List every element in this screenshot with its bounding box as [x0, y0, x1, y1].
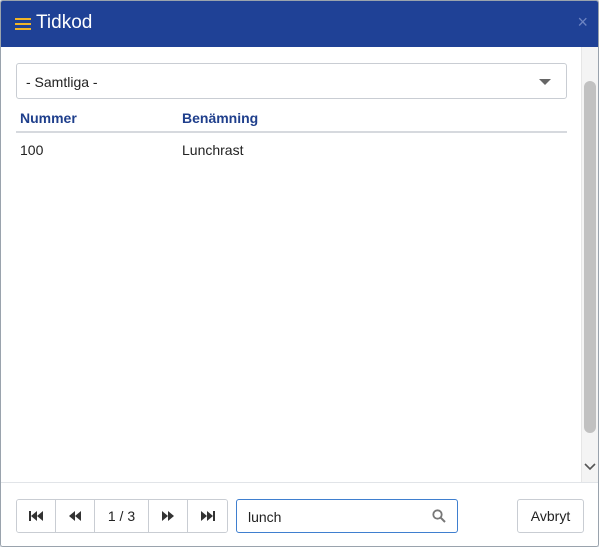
table-header: Nummer Benämning	[16, 107, 567, 133]
first-page-icon	[29, 511, 43, 521]
scroll-thumb[interactable]	[584, 81, 596, 433]
dialog-title: Tidkod	[36, 12, 93, 33]
tidkod-table: Nummer Benämning 100 Lunchrast	[16, 107, 567, 165]
cell-nummer: 100	[20, 142, 44, 158]
search-input[interactable]	[248, 507, 418, 527]
last-page-button[interactable]	[188, 500, 227, 532]
filter-dropdown[interactable]: - Samtliga -	[16, 63, 567, 99]
dialog-content: - Samtliga - Nummer Benämning 100 Lunchr…	[1, 47, 583, 482]
tidkod-dialog: Tidkod × - Samtliga - Nummer Benämning 1…	[0, 0, 599, 547]
chevron-down-icon	[539, 79, 551, 85]
page-indicator: 1 / 3	[95, 500, 149, 532]
pagination: 1 / 3	[16, 499, 228, 533]
column-header-benamning[interactable]: Benämning	[182, 110, 258, 126]
last-page-icon	[200, 511, 215, 521]
search-field[interactable]	[236, 499, 458, 533]
hamburger-icon[interactable]	[15, 18, 31, 30]
vertical-scrollbar[interactable]	[581, 47, 598, 482]
cancel-button[interactable]: Avbryt	[517, 499, 584, 533]
previous-page-icon	[69, 511, 81, 521]
filter-selected-value: - Samtliga -	[26, 74, 98, 90]
previous-page-button[interactable]	[56, 500, 95, 532]
dialog-titlebar: Tidkod ×	[1, 1, 598, 47]
next-page-button[interactable]	[149, 500, 188, 532]
close-icon[interactable]: ×	[577, 13, 588, 31]
search-icon[interactable]	[432, 509, 446, 523]
next-page-icon	[162, 511, 174, 521]
dialog-footer: 1 / 3 Avbryt	[1, 482, 598, 546]
first-page-button[interactable]	[17, 500, 56, 532]
table-row[interactable]: 100 Lunchrast	[16, 133, 567, 165]
scroll-down-icon[interactable]	[584, 462, 596, 472]
column-header-nummer[interactable]: Nummer	[20, 110, 77, 126]
cell-benamning: Lunchrast	[182, 142, 244, 158]
